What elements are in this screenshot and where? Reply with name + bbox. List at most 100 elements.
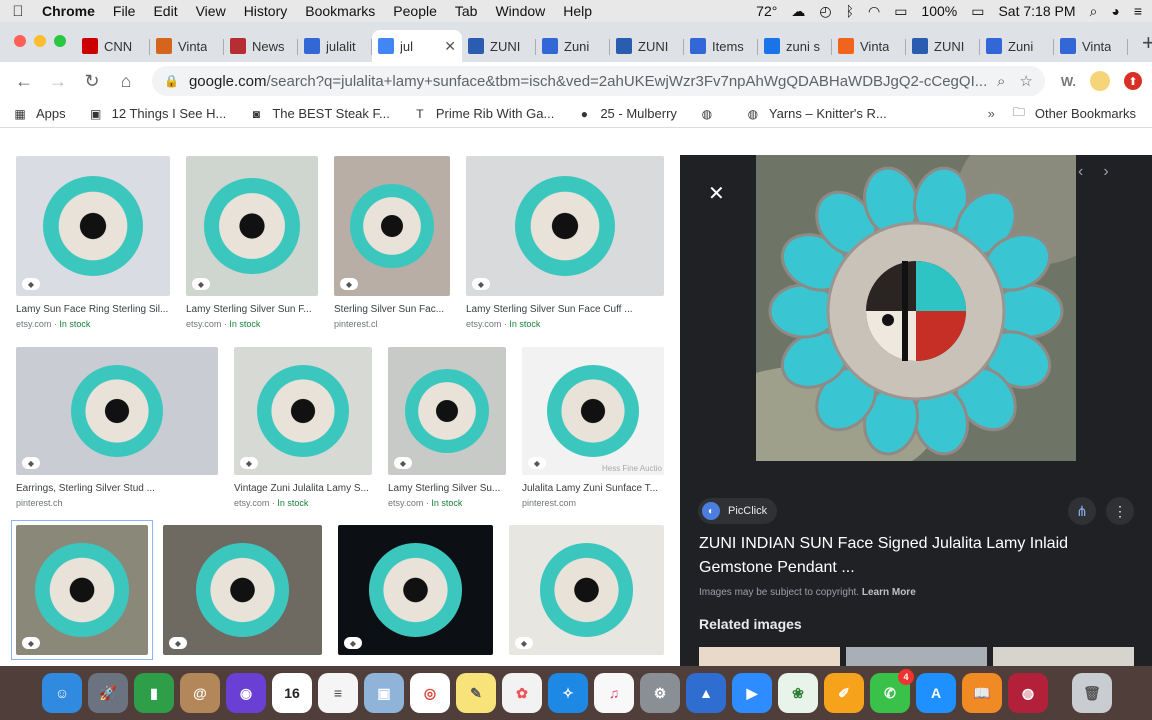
- notification-center-icon[interactable]: ≡: [1134, 3, 1142, 19]
- apple-menu-icon[interactable]: : [10, 3, 26, 20]
- menu-app-name[interactable]: Chrome: [42, 3, 95, 19]
- tab-item[interactable]: Zuni: [536, 30, 610, 62]
- menu-file[interactable]: File: [113, 3, 136, 19]
- keynote-icon[interactable]: ▲: [686, 673, 726, 713]
- result-caption[interactable]: Vintage Zuni Julalita Lamy S...: [234, 483, 372, 494]
- tab-item[interactable]: ZUNI: [906, 30, 980, 62]
- image-result[interactable]: ◆ Lamy Sun Face Ring Sterling Sil... etsy.…: [16, 156, 170, 329]
- menu-view[interactable]: View: [196, 3, 226, 19]
- menu-people[interactable]: People: [393, 3, 437, 19]
- minimize-window-button[interactable]: [34, 35, 46, 47]
- panel-title[interactable]: ZUNI INDIAN SUN Face Signed Julalita Lam…: [699, 532, 1119, 580]
- image-result[interactable]: ◆ Vintage Zuni Julalita Lamy S... etsy.com…: [234, 347, 372, 508]
- menu-edit[interactable]: Edit: [153, 3, 177, 19]
- close-icon[interactable]: ✕: [708, 181, 725, 206]
- menu-window[interactable]: Window: [495, 3, 545, 19]
- zoom-icon[interactable]: ▶: [732, 673, 772, 713]
- menu-bookmarks[interactable]: Bookmarks: [305, 3, 375, 19]
- spotlight-icon[interactable]: ⌕: [1090, 3, 1098, 20]
- tab-item[interactable]: Vinta: [150, 30, 224, 62]
- image-result[interactable]: Hess Fine Auctio ◆ Julalita Lamy Zuni Sunf…: [522, 347, 664, 508]
- image-result[interactable]: ◆: [11, 520, 153, 660]
- image-result[interactable]: ◆ Sterling Silver Sun Fac... pinterest.cl: [334, 156, 450, 329]
- menu-help[interactable]: Help: [563, 3, 592, 19]
- trash-icon[interactable]: 🗑: [1072, 673, 1112, 713]
- reload-icon[interactable]: ↻: [78, 67, 106, 95]
- tab-item[interactable]: zuni s: [758, 30, 832, 62]
- related-image[interactable]: [993, 647, 1134, 666]
- url-text[interactable]: google.com/search?q=julalita+lamy+sunfac…: [189, 73, 989, 90]
- result-caption[interactable]: Julalita Lamy Zuni Sunface T...: [522, 483, 664, 494]
- itunes-icon[interactable]: ♫: [594, 673, 634, 713]
- image-result[interactable]: ◆: [509, 525, 664, 655]
- weather-icon[interactable]: ☁: [791, 3, 805, 20]
- tab-item[interactable]: Items: [684, 30, 758, 62]
- numbers-icon[interactable]: ▮: [134, 673, 174, 713]
- bookmark-item[interactable]: ◍ Yarns – Knitter's R...: [745, 106, 887, 122]
- contacts-icon[interactable]: @: [180, 673, 220, 713]
- bookmark-item[interactable]: ◍: [699, 106, 723, 122]
- chrome-icon[interactable]: ◎: [410, 673, 450, 713]
- photos-icon[interactable]: ✿: [502, 673, 542, 713]
- bookmark-item[interactable]: ● 25 - Mulberry: [576, 106, 677, 122]
- bookmark-item[interactable]: ▦ Apps: [12, 106, 65, 122]
- user-avatar-icon[interactable]: ◕: [1111, 3, 1119, 19]
- share-icon[interactable]: ⋔: [1068, 497, 1096, 525]
- other-bookmarks[interactable]: 🗀 Other Bookmarks: [1011, 105, 1136, 122]
- result-caption[interactable]: Earrings, Sterling Silver Stud ...: [16, 483, 218, 494]
- result-caption[interactable]: Lamy Sterling Silver Sun F...: [186, 304, 318, 315]
- home-icon[interactable]: ⌂: [112, 67, 140, 95]
- siri-icon[interactable]: ◉: [226, 673, 266, 713]
- image-result[interactable]: ◆: [338, 525, 493, 655]
- previous-chevron-icon[interactable]: ‹: [1078, 163, 1083, 181]
- tab-item[interactable]: ZUNI: [610, 30, 684, 62]
- related-image[interactable]: [846, 647, 987, 666]
- star-icon[interactable]: ☆: [1019, 72, 1032, 90]
- tab-item[interactable]: ZUNI: [462, 30, 536, 62]
- books-icon[interactable]: 📖: [962, 673, 1002, 713]
- clock[interactable]: Sat 7:18 PM: [998, 3, 1075, 19]
- image-result[interactable]: ◆ Earrings, Sterling Silver Stud ... pinte…: [16, 347, 218, 508]
- preview-icon[interactable]: ▣: [364, 673, 404, 713]
- tab-item[interactable]: julalit: [298, 30, 372, 62]
- more-bookmarks-chevron-icon[interactable]: »: [988, 106, 995, 121]
- bookmark-item[interactable]: ◙ The BEST Steak F...: [248, 106, 390, 122]
- image-result[interactable]: ◆ Lamy Sterling Silver Su... etsy.com · In…: [388, 347, 506, 508]
- result-caption[interactable]: Sterling Silver Sun Fac...: [334, 304, 450, 315]
- launchpad-icon[interactable]: 🚀: [88, 673, 128, 713]
- system-preferences-icon[interactable]: ⚙: [640, 673, 680, 713]
- wifi-icon[interactable]: ◠: [868, 3, 880, 20]
- tab-item[interactable]: CNN: [76, 30, 150, 62]
- close-tab-icon[interactable]: ✕: [444, 38, 456, 55]
- next-chevron-icon[interactable]: ›: [1103, 163, 1108, 181]
- calendar-icon[interactable]: 16: [272, 673, 312, 713]
- forward-arrow-icon[interactable]: →: [44, 67, 72, 95]
- search-icon[interactable]: ⌕: [997, 73, 1005, 90]
- bookmark-item[interactable]: ▣ 12 Things I See H...: [88, 106, 226, 122]
- preview-image[interactable]: [756, 155, 1076, 461]
- result-caption[interactable]: Lamy Sterling Silver Su...: [388, 483, 506, 494]
- extension-alert-icon[interactable]: ⬆: [1124, 72, 1142, 90]
- facetime-icon[interactable]: ✆ 4: [870, 669, 914, 713]
- profile-avatar-icon[interactable]: [1090, 71, 1110, 91]
- reminders-icon[interactable]: ≡: [318, 673, 358, 713]
- time-machine-icon[interactable]: ◴: [819, 3, 831, 20]
- battery-icon[interactable]: ▭: [971, 3, 984, 20]
- airplay-icon[interactable]: ▭: [894, 3, 907, 20]
- tab-item[interactable]: Vinta: [832, 30, 906, 62]
- lock-icon[interactable]: 🔒: [164, 74, 179, 88]
- safari-icon[interactable]: ✧: [548, 673, 588, 713]
- more-options-icon[interactable]: ⋮: [1106, 497, 1134, 525]
- temperature-label[interactable]: 72°: [756, 3, 777, 19]
- new-tab-button[interactable]: +: [1142, 30, 1152, 56]
- tab-item[interactable]: Zuni: [980, 30, 1054, 62]
- result-caption[interactable]: Lamy Sterling Silver Sun Face Cuff ...: [466, 304, 664, 315]
- gardening-app-icon[interactable]: ❀: [778, 673, 818, 713]
- bookmark-item[interactable]: T Prime Rib With Ga...: [412, 106, 554, 122]
- image-result[interactable]: ◆ Lamy Sterling Silver Sun Face Cuff ... e…: [466, 156, 664, 329]
- menu-history[interactable]: History: [244, 3, 288, 19]
- battery-percent[interactable]: 100%: [921, 3, 957, 19]
- extension-label[interactable]: W.: [1061, 74, 1076, 89]
- image-result[interactable]: ◆: [163, 525, 322, 655]
- related-image[interactable]: [699, 647, 840, 666]
